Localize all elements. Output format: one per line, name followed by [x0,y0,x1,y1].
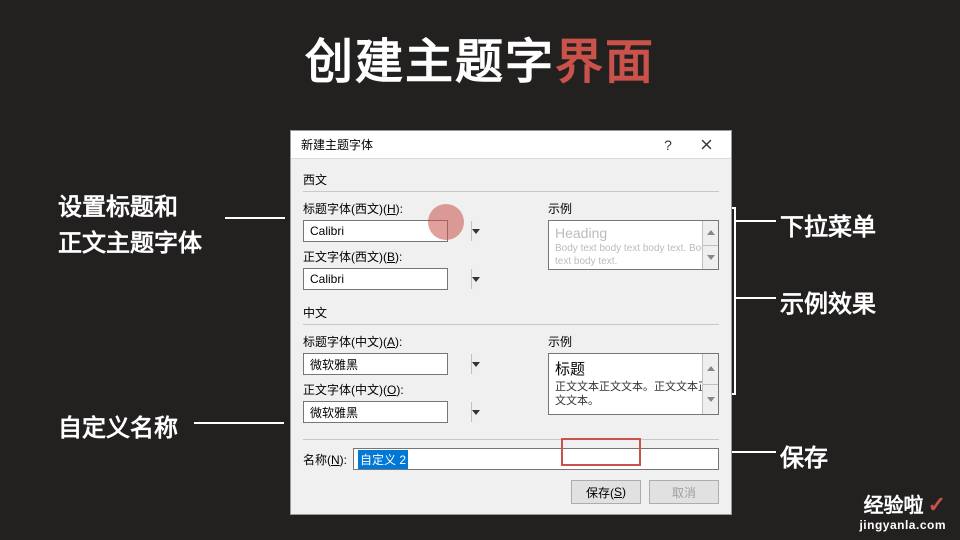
annotation-line [736,220,776,222]
chevron-up-icon [707,366,715,371]
chevron-down-icon [472,277,480,282]
annotation-line [736,297,776,299]
label-body-cjk: 正文字体(中文)(O): [303,381,538,398]
chevron-down-icon [707,397,715,402]
dialog-title: 新建主题字体 [301,136,649,153]
cancel-button[interactable]: 取消 [649,480,719,504]
annotation-line [734,207,736,395]
dropdown-button[interactable] [471,221,480,241]
close-button[interactable] [687,133,725,157]
annotation-line [194,422,284,424]
label-body-latin: 正文字体(西文)(B): [303,248,538,265]
label-name: 名称(N): [303,451,347,468]
label-sample: 示例 [548,333,719,350]
check-icon: ✓ [928,492,946,517]
titlebar: 新建主题字体 ? [291,131,731,159]
chevron-down-icon [707,255,715,260]
annotation-save: 保存 [780,438,828,473]
section-latin-title: 西文 [303,171,719,188]
label-heading-cjk: 标题字体(中文)(A): [303,333,538,350]
label-sample: 示例 [548,200,719,217]
combo-input[interactable] [304,221,471,241]
combo-body-latin[interactable] [303,268,448,290]
preview-latin: Heading Body text body text body text. B… [548,220,719,270]
dropdown-button[interactable] [471,354,480,374]
help-button[interactable]: ? [649,133,687,157]
section-cjk-title: 中文 [303,304,719,321]
chevron-down-icon [472,229,480,234]
annotation-set-fonts: 设置标题和 正文主题字体 [58,190,202,262]
combo-heading-cjk[interactable] [303,353,448,375]
combo-body-cjk[interactable] [303,401,448,423]
dialog-new-theme-fonts: 新建主题字体 ? 西文 标题字体(西文)(H): 正文字体(西文)(B): [290,130,732,515]
combo-input[interactable] [304,269,471,289]
dropdown-button[interactable] [471,402,480,422]
label-heading-latin: 标题字体(西文)(H): [303,200,538,217]
watermark: 经验啦✓ jingyanla.com [859,489,946,532]
combo-input[interactable] [304,354,471,374]
spin-buttons[interactable] [702,354,718,414]
divider [303,439,719,440]
annotation-custom-name: 自定义名称 [58,408,178,443]
preview-cjk: 标题 正文文本正文文本。正文文本正文文本。 [548,353,719,415]
annotation-dropdown: 下拉菜单 [780,207,876,242]
divider [303,324,719,325]
save-button[interactable]: 保存(S) [571,480,641,504]
annotation-line [225,217,285,219]
chevron-up-icon [707,230,715,235]
dropdown-button[interactable] [471,269,480,289]
slide-title: 创建主题字界面 [0,0,960,92]
chevron-down-icon [472,362,480,367]
combo-input[interactable] [304,402,471,422]
chevron-down-icon [472,410,480,415]
name-input[interactable]: 自定义 2 [353,448,719,470]
annotation-preview: 示例效果 [780,284,876,319]
combo-heading-latin[interactable] [303,220,448,242]
close-icon [701,139,712,150]
spin-buttons[interactable] [702,221,718,269]
divider [303,191,719,192]
